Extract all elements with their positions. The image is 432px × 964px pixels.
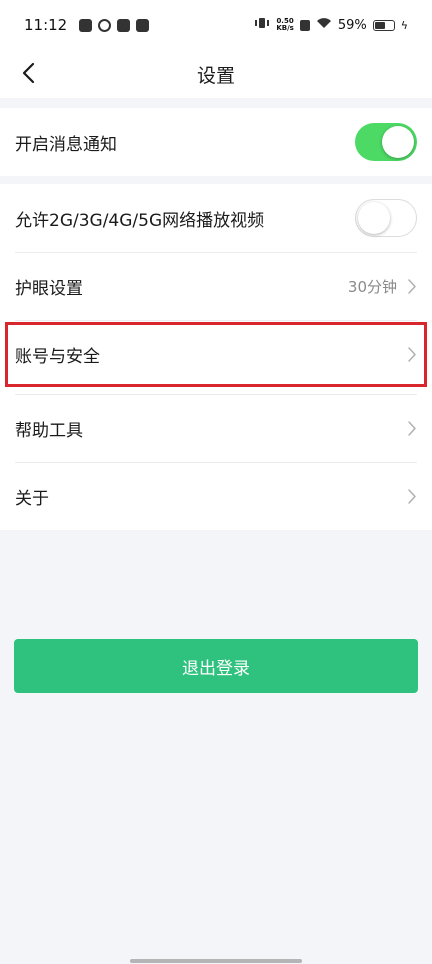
settings-row-about[interactable]: 关于 [0, 462, 432, 530]
link-icon [98, 18, 112, 32]
home-indicator[interactable] [130, 959, 302, 963]
settings-row-eye-care[interactable]: 护眼设置 30分钟 [0, 252, 432, 320]
logout-button[interactable]: 退出登录 [14, 639, 418, 693]
vibrate-icon [254, 17, 270, 33]
row-label: 账号与安全 [15, 346, 100, 367]
tiktok-icon [117, 18, 131, 32]
mail-icon [136, 18, 150, 32]
gallery-icon [79, 18, 93, 32]
eye-care-value: 30分钟 [347, 277, 397, 296]
status-right: 0.50 KB/s 59% ϟ [254, 17, 408, 33]
settings-group-general: 允许2G/3G/4G/5G网络播放视频 护眼设置 30分钟 账号与安全 帮助工具 [0, 184, 432, 530]
row-right [407, 420, 417, 437]
row-right [407, 488, 417, 505]
header: 设置 [0, 50, 432, 98]
chevron-right-icon [407, 420, 417, 437]
row-label: 开启消息通知 [15, 134, 117, 155]
battery-icon [372, 19, 395, 31]
close-box-icon [299, 19, 310, 31]
settings-group-notifications: 开启消息通知 [0, 108, 432, 176]
settings-row-notifications: 开启消息通知 [0, 108, 432, 176]
status-left: 11:12 [24, 16, 150, 34]
settings-row-mobile-video: 允许2G/3G/4G/5G网络播放视频 [0, 184, 432, 252]
row-label: 关于 [15, 488, 49, 509]
chevron-right-icon [407, 488, 417, 505]
battery-text: 59% [337, 17, 367, 33]
chevron-left-icon [22, 62, 35, 84]
page-title: 设置 [196, 64, 235, 87]
row-right [407, 346, 417, 363]
notifications-toggle[interactable] [355, 123, 417, 161]
status-bar: 11:12 0.50 KB/s 59% ϟ [0, 0, 432, 50]
chevron-right-icon [407, 346, 417, 363]
chevron-right-icon [407, 278, 417, 295]
settings-row-account-security[interactable]: 账号与安全 [0, 320, 432, 388]
row-label: 允许2G/3G/4G/5G网络播放视频 [15, 210, 265, 231]
settings-row-help-tools[interactable]: 帮助工具 [0, 394, 432, 462]
wifi-icon [316, 17, 332, 33]
speed-unit: KB/s [276, 24, 294, 32]
network-speed: 0.50 KB/s [276, 18, 293, 32]
row-right: 30分钟 [348, 276, 417, 297]
toggle-knob [358, 201, 390, 234]
back-button[interactable] [14, 58, 42, 88]
row-label: 护眼设置 [15, 278, 83, 299]
charging-icon: ϟ [400, 18, 408, 32]
toggle-knob [382, 126, 414, 158]
row-label: 帮助工具 [15, 420, 83, 441]
status-time: 11:12 [24, 16, 68, 34]
mobile-video-toggle[interactable] [355, 199, 417, 237]
